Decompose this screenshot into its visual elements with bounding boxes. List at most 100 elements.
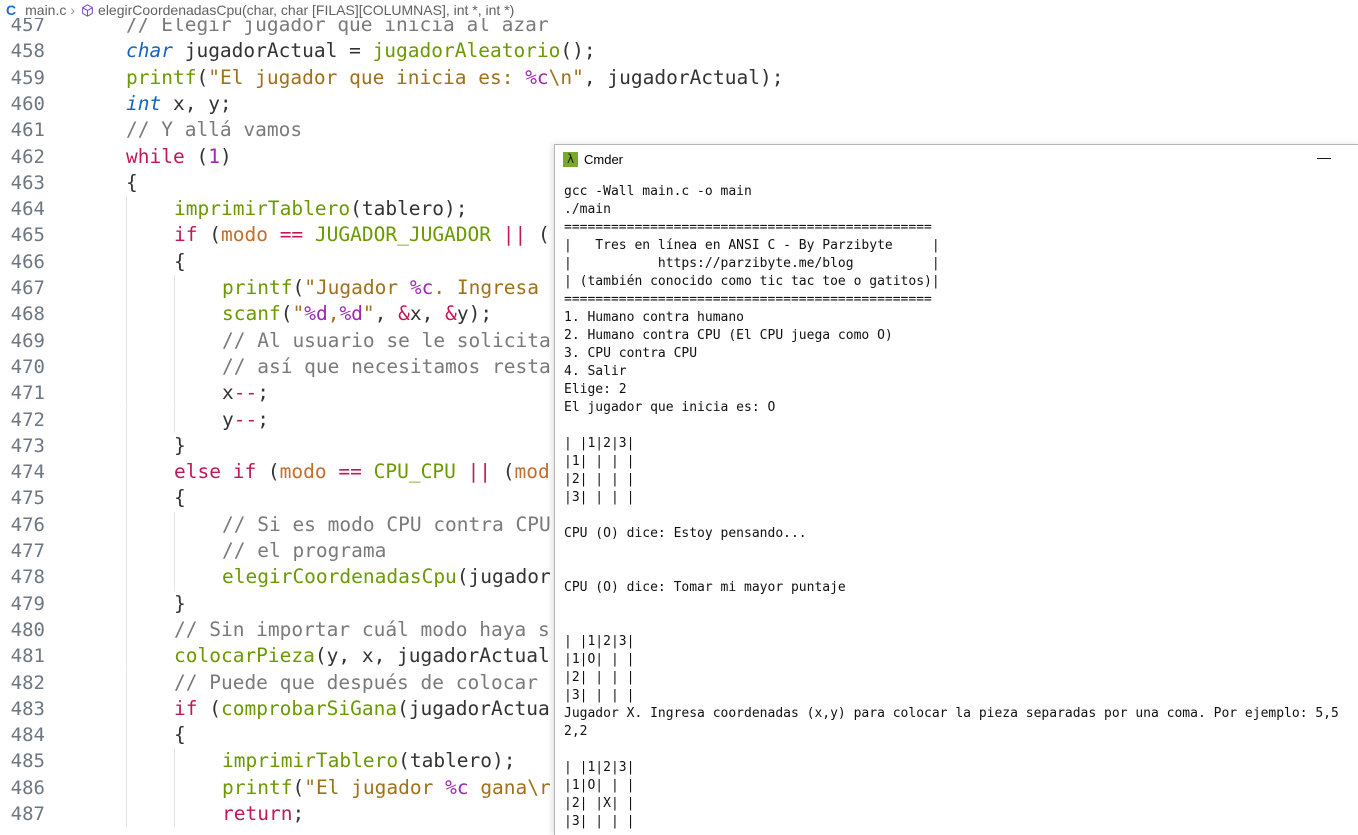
code-text: imprimirTablero(tablero);: [174, 196, 468, 222]
code-token: // Y allá vamos: [126, 118, 303, 142]
code-text: scanf("%d,%d", &x, &y);: [222, 301, 492, 327]
code-token: 1: [208, 144, 220, 168]
code-text: // el programa: [222, 538, 386, 564]
code-text: {: [126, 170, 138, 196]
indent-guide: [126, 801, 127, 828]
cmder-title: Cmder: [584, 151, 624, 167]
code-text: while (1): [126, 144, 232, 170]
code-token: ": [362, 302, 375, 326]
line-number: 486: [10, 776, 45, 799]
breadcrumb-file[interactable]: main.c: [25, 2, 66, 18]
code-token: %d: [339, 302, 363, 326]
code-token: modo: [220, 223, 268, 247]
indent-guide: [126, 485, 127, 512]
code-token: {: [174, 486, 186, 510]
indent-guide: [126, 459, 127, 486]
code-token: int: [126, 91, 162, 115]
code-text: x--;: [222, 380, 269, 406]
code-token: (tablero);: [398, 749, 516, 773]
code-token: comprobarSiGana: [220, 696, 398, 720]
line-number: 457: [10, 18, 45, 36]
indent-guide: [126, 406, 127, 433]
code-text: }: [174, 433, 186, 459]
indent-guide: [174, 406, 175, 433]
code-text: // Puede que después de colocar: [174, 670, 538, 696]
breadcrumb-symbol[interactable]: elegirCoordenadasCpu(char, char [FILAS][…: [98, 2, 514, 18]
code-token: {: [174, 249, 186, 273]
code-token: (jugadorActua: [397, 696, 550, 720]
line-number: 481: [10, 645, 45, 668]
code-line[interactable]: 459 printf("El jugador que inicia es: %c\…: [0, 65, 1358, 91]
code-text: // así que necesitamos resta: [222, 354, 551, 380]
code-token: ||: [502, 223, 527, 247]
code-token: ,: [374, 302, 399, 326]
code-token: printf: [222, 276, 293, 299]
code-token: jugadorActual =: [172, 39, 373, 63]
code-token: modo: [279, 460, 327, 484]
indent-guide: [174, 380, 175, 407]
code-token: elegirCoordenadasCpu: [222, 565, 457, 589]
code-token: ;: [292, 802, 305, 825]
code-token: (jugador: [456, 565, 551, 589]
code-token: // Elegir jugador que inicia al azar: [126, 18, 549, 36]
lambda-icon: λ: [563, 151, 578, 167]
code-token: --: [233, 407, 258, 431]
code-token: y: [222, 407, 234, 431]
code-text: elegirCoordenadasCpu(jugador: [222, 564, 551, 590]
code-text: int x, y;: [126, 91, 232, 117]
indent-guide: [174, 748, 175, 775]
code-token: ;: [257, 407, 269, 431]
minimize-button[interactable]: —: [1317, 149, 1331, 165]
indent-guide: [126, 695, 127, 723]
code-token: "El jugador: [304, 775, 446, 799]
method-symbol-icon: [82, 3, 93, 17]
code-text: // Al usuario se le solicita: [222, 328, 551, 354]
line-number: 460: [10, 92, 45, 115]
cmder-window[interactable]: λ Cmder — gcc -Wall main.c -o main ./mai…: [554, 144, 1358, 835]
indent-guide: [126, 196, 127, 223]
code-text: {: [174, 485, 186, 511]
code-token: y);: [456, 302, 493, 326]
code-token: ==: [279, 223, 304, 247]
code-line[interactable]: 460 int x, y;: [0, 91, 1358, 117]
code-token: // así que necesitamos resta: [222, 354, 551, 378]
code-line[interactable]: 461 // Y allá vamos: [0, 117, 1358, 143]
indent-guide: [174, 275, 175, 302]
code-line[interactable]: 458 char jugadorActual = jugadorAleatorio…: [0, 38, 1358, 64]
code-token: (: [197, 223, 221, 247]
code-token: (: [526, 223, 550, 247]
code-line[interactable]: 457 // Elegir jugador que inicia al azar: [0, 18, 1358, 38]
line-number: 462: [10, 145, 45, 168]
code-token: (: [196, 65, 209, 89]
code-token: return: [222, 802, 293, 825]
code-text: // Si es modo CPU contra CPU: [222, 512, 551, 538]
code-token: (y, x, jugadorActual: [314, 644, 550, 668]
cmder-titlebar[interactable]: λ Cmder: [555, 145, 1358, 173]
code-token: (: [256, 460, 280, 484]
breadcrumb: C main.c › elegirCoordenadasCpu(char, ch…: [0, 0, 1358, 20]
c-file-icon: C: [6, 2, 17, 18]
code-token: ": [292, 302, 305, 326]
line-number: 469: [10, 329, 45, 352]
code-token: (: [491, 460, 515, 484]
code-text: y--;: [222, 407, 269, 433]
indent-guide: [174, 774, 175, 801]
indent-guide: [126, 301, 127, 328]
line-number: 474: [10, 461, 45, 484]
code-text: return;: [222, 801, 304, 827]
code-text: printf("El jugador que inicia es: %c\n",…: [126, 65, 784, 91]
line-number: 472: [10, 408, 45, 431]
code-text: imprimirTablero(tablero);: [222, 748, 516, 774]
code-text: if (modo == JUGADOR_JUGADOR || (: [174, 222, 550, 248]
code-token: &: [398, 302, 410, 326]
indent-guide: [174, 564, 175, 591]
code-text: }: [174, 591, 186, 617]
terminal-output[interactable]: gcc -Wall main.c -o main ./main ========…: [564, 183, 1339, 831]
line-number: 463: [10, 171, 45, 194]
indent-guide: [174, 301, 175, 328]
line-number: 473: [10, 434, 45, 457]
line-number: 475: [10, 487, 45, 510]
